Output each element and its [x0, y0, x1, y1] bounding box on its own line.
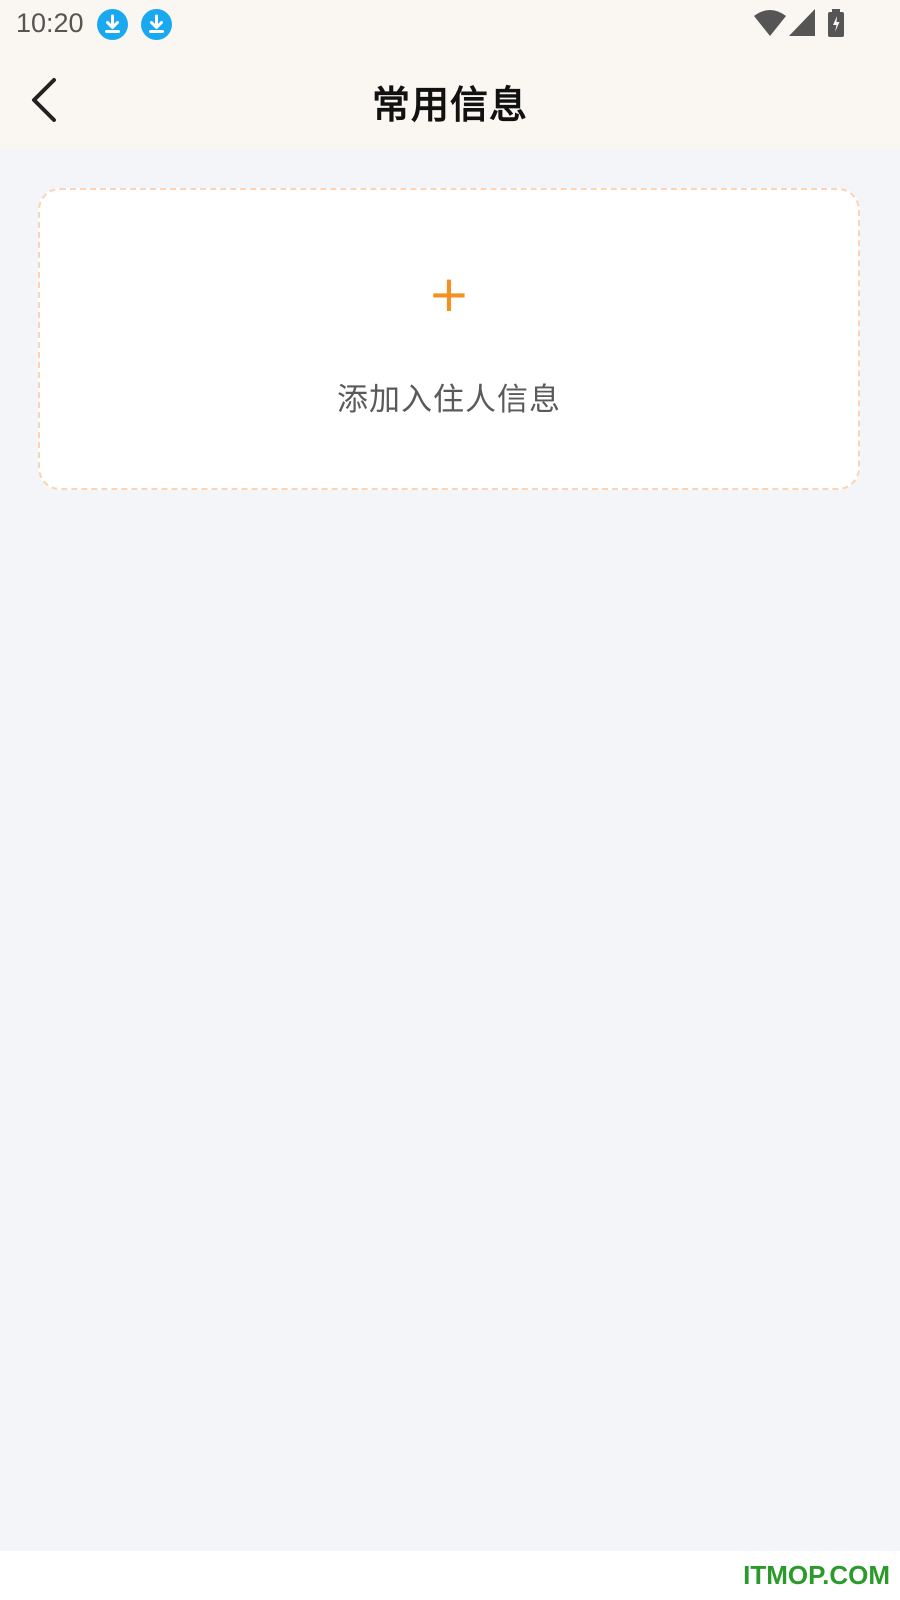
battery-charging-icon [828, 9, 844, 37]
add-guest-card[interactable]: + 添加入住人信息 [38, 188, 860, 490]
status-time: 10:20 [16, 8, 84, 38]
status-bar: 10:20 [0, 0, 900, 50]
nav-bar: 常用信息 [0, 50, 900, 150]
wifi-icon [754, 10, 786, 36]
download-icon [141, 9, 172, 40]
page-title: 常用信息 [371, 83, 528, 127]
watermark: ITMOP.COM [743, 1560, 890, 1590]
plus-icon: + [428, 265, 470, 323]
download-icon [97, 9, 128, 40]
signal-icon [789, 9, 815, 36]
add-guest-label: 添加入住人信息 [337, 382, 561, 418]
